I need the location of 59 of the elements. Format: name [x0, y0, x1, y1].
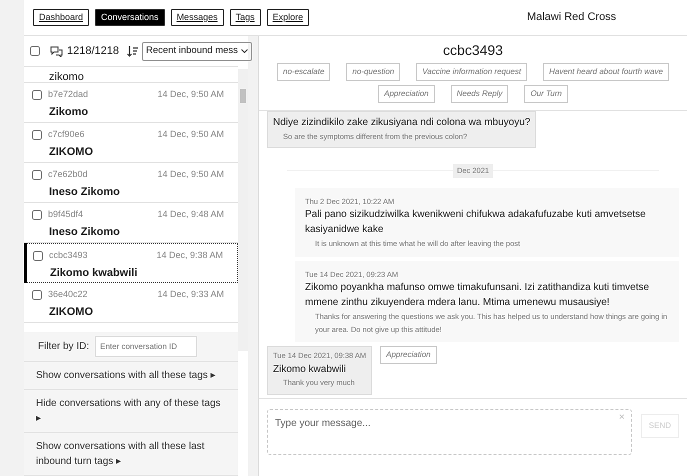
organization-name: Malawi Red Cross: [526, 10, 618, 26]
tag-label[interactable]: no-escalate: [277, 63, 330, 81]
conversation-time: 14 Dec, 9:50 AM: [157, 88, 224, 102]
filter-id-field[interactable]: Enter conversation ID: [95, 336, 198, 357]
chat-bubbles-icon: [50, 46, 63, 57]
message-text: Zikomo kwabwili: [273, 362, 347, 376]
nav-tab[interactable]: Tags: [230, 8, 261, 26]
conversation-id: 36e40c22: [48, 288, 88, 302]
conversation-text: zikomo: [48, 70, 85, 86]
tag-filter-toggle[interactable]: Show conversations with all these tags ▸: [24, 362, 238, 390]
conversation-id: b7e72dad: [48, 88, 88, 102]
conversation-id: b9f45df4: [48, 208, 84, 222]
nav-tab[interactable]: Conversations: [95, 8, 165, 26]
conversation-text: Zikomo: [48, 104, 90, 120]
conversation-item[interactable]: zikomo: [24, 69, 238, 84]
tag-label[interactable]: Needs Reply: [450, 85, 508, 103]
conversation-time: 14 Dec, 9:48 AM: [157, 208, 224, 222]
conversation-item[interactable]: ccbc3493 14 Dec, 9:38 AM Zikomo kwabwili: [24, 243, 238, 284]
nav-tab[interactable]: Messages: [170, 8, 224, 26]
conversation-count: 1218/1218: [67, 44, 119, 59]
conversation-text: ZIKOMO: [48, 144, 94, 160]
message-text: Zikomo poyankha mafunso omwe timakufunsani. Izi zatithandiza kuti timvetse mmene zinthu zikuyendera mdera lanu. Mtima umenewu musausiye!: [305, 280, 650, 310]
conversation-text: Ineso Zikomo: [48, 224, 121, 240]
conversation-checkbox[interactable]: [32, 90, 42, 100]
conversation-checkbox[interactable]: [32, 170, 42, 180]
sort-icon[interactable]: [127, 46, 138, 57]
tag-filter-toggle[interactable]: Show conversations with all these last inbound turn tags ▸: [24, 433, 238, 476]
message-text: Pali pano sizikudziwilka kwenikweni chifukwa adakafufuzabe kuti amvetsetse kasiyanidwe kake: [305, 208, 647, 238]
tag-label[interactable]: no-question: [346, 63, 400, 81]
nav-tab[interactable]: Explore: [266, 8, 310, 26]
scrollbar[interactable]: [238, 69, 248, 351]
tag-label[interactable]: Our Turn: [524, 85, 568, 103]
tag-label[interactable]: Appreciation: [380, 346, 437, 364]
conversation-text: Zikomo kwabwili: [49, 266, 138, 281]
select-all-checkbox[interactable]: [30, 46, 40, 56]
message-input[interactable]: Type your message... ×: [267, 409, 632, 455]
conversation-id: c7e62b0d: [48, 168, 88, 182]
conversation-text: ZIKOMO: [48, 304, 94, 320]
conversation-checkbox[interactable]: [32, 210, 42, 220]
conversation-checkbox[interactable]: [32, 130, 42, 140]
filter-label: Filter by ID:: [38, 340, 90, 354]
sort-select[interactable]: Recent inbound mess: [142, 42, 252, 61]
tag-label[interactable]: Havent heard about fourth wave: [543, 63, 669, 81]
conversation-id: c7cf90e6: [48, 128, 85, 142]
conversation-checkbox[interactable]: [33, 250, 43, 261]
conversation-id: ccbc3493: [49, 249, 88, 262]
conversation-text: Ineso Zikomo: [48, 184, 121, 200]
caret-icon: [240, 48, 248, 54]
message-text: Ndiye zizindikilo zake zikusiyana ndi colona wa mbuyoyu?: [273, 116, 530, 130]
tag-filter-toggle[interactable]: Hide conversations with any of these tags ▸: [24, 390, 238, 433]
conversation-title: ccbc3493: [442, 41, 504, 60]
conversation-time: 14 Dec, 9:38 AM: [156, 249, 223, 262]
tag-label[interactable]: Vaccine information request: [416, 63, 528, 81]
nav-tab[interactable]: Dashboard: [33, 8, 90, 26]
tag-label[interactable]: Appreciation: [378, 85, 435, 103]
conversation-time: 14 Dec, 9:50 AM: [157, 128, 224, 142]
conversation-time: 14 Dec, 9:33 AM: [157, 288, 224, 302]
conversation-time: 14 Dec, 9:50 AM: [157, 168, 224, 182]
conversation-checkbox[interactable]: [32, 290, 42, 300]
